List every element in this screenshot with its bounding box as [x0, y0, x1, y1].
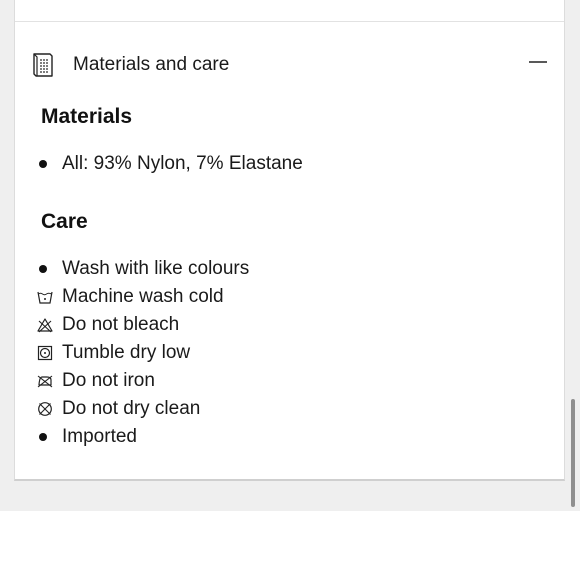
materials-heading: Materials [41, 105, 133, 128]
list-item-text: Do not dry clean [62, 398, 201, 419]
list-item: Do not iron [15, 367, 564, 395]
list-item-text: Imported [62, 426, 137, 447]
scrollbar[interactable] [571, 399, 575, 507]
materials-list: All: 93% Nylon, 7% Elastane [15, 150, 564, 178]
list-item: Do not dry clean [15, 395, 564, 423]
tumble-dry-low-icon [37, 345, 53, 361]
bullet-icon [39, 265, 47, 273]
care-list: Wash with like colours Machine wash cold… [15, 255, 564, 451]
list-item: Machine wash cold [15, 283, 564, 311]
list-item-text: All: 93% Nylon, 7% Elastane [62, 153, 303, 174]
materials-care-card: Materials and care Materials All: 93% Ny… [14, 0, 565, 481]
list-item-text: Machine wash cold [62, 286, 224, 307]
materials-care-accordion-header[interactable]: Materials and care [15, 40, 564, 90]
list-item: Do not bleach [15, 311, 564, 339]
care-heading: Care [41, 210, 88, 233]
care-label-icon [33, 53, 53, 77]
list-item: All: 93% Nylon, 7% Elastane [15, 150, 564, 178]
do-not-dry-clean-icon [38, 402, 52, 416]
list-item-text: Do not bleach [62, 314, 180, 335]
list-item-text: Do not iron [62, 370, 155, 391]
accordion-title: Materials and care [73, 54, 230, 75]
list-item-text: Tumble dry low [62, 342, 191, 363]
list-item: Imported [15, 423, 564, 451]
list-item: Wash with like colours [15, 255, 564, 283]
bullet-icon [39, 433, 47, 441]
do-not-iron-icon [37, 375, 53, 388]
bullet-icon [39, 160, 47, 168]
collapse-minus-icon[interactable] [528, 52, 548, 72]
list-item-text: Wash with like colours [62, 258, 250, 279]
machine-wash-cold-icon [37, 291, 53, 304]
list-item: Tumble dry low [15, 339, 564, 367]
section-divider [15, 21, 564, 22]
do-not-bleach-icon [37, 318, 53, 333]
